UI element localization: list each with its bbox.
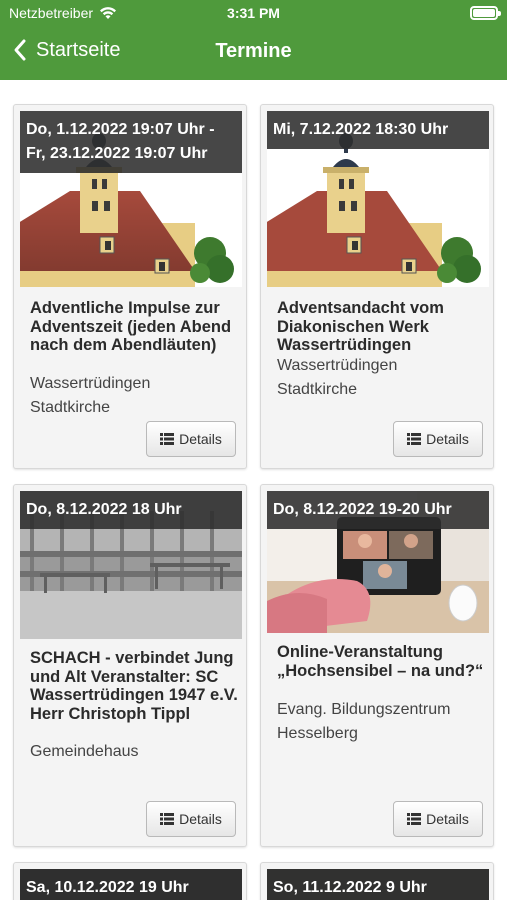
battery-icon	[470, 6, 501, 20]
back-button[interactable]: Startseite	[12, 38, 120, 62]
status-bar: Netzbetreiber 3:31 PM	[0, 0, 507, 28]
event-card[interactable]: Mi, 7.12.2022 18:30 Uhr Adventsandacht v…	[260, 104, 494, 469]
event-place: Gemeindehaus	[30, 743, 139, 760]
list-icon	[160, 433, 175, 445]
event-title: Adventliche Impulse zur Adventszeit (jed…	[30, 299, 232, 354]
event-image: So, 11.12.2022 9 Uhr	[267, 869, 489, 900]
event-venue: Stadtkirche	[277, 381, 358, 398]
event-image-hall: Do, 8.12.2022 18 Uhr	[20, 491, 242, 639]
event-image-church: Mi, 7.12.2022 18:30 Uhr	[267, 111, 489, 287]
chevron-left-icon	[14, 39, 26, 61]
back-label: Startseite	[36, 38, 121, 61]
list-icon	[407, 433, 422, 445]
list-icon	[407, 813, 422, 825]
details-button[interactable]: Details	[146, 421, 236, 457]
event-venue: Stadtkirche	[30, 399, 111, 416]
details-label: Details	[179, 811, 222, 827]
event-date: So, 11.12.2022 9 Uhr	[267, 869, 489, 900]
list-icon	[160, 813, 175, 825]
details-label: Details	[426, 811, 469, 827]
event-card[interactable]: Do, 8.12.2022 19-20 Uhr Online-Veranstal…	[260, 484, 494, 847]
event-date: Mi, 7.12.2022 18:30 Uhr	[267, 111, 489, 149]
event-venue: Hesselberg	[277, 725, 358, 742]
details-button[interactable]: Details	[146, 801, 236, 837]
event-place: Wassertrüdingen	[277, 357, 398, 374]
event-date: Do, 8.12.2022 18 Uhr	[20, 491, 242, 529]
status-time: 3:31 PM	[227, 5, 280, 21]
event-image: Sa, 10.12.2022 19 Uhr	[20, 869, 242, 900]
details-button[interactable]: Details	[393, 421, 483, 457]
event-card[interactable]: Sa, 10.12.2022 19 Uhr	[13, 862, 247, 900]
events-grid: Do, 1.12.2022 19:07 Uhr - Fr, 23.12.2022…	[0, 80, 507, 900]
event-place: Evang. Bildungszentrum	[277, 701, 451, 718]
event-title: Online-Veranstaltung „Hochsensibel – na …	[277, 643, 484, 680]
event-card[interactable]: So, 11.12.2022 9 Uhr	[260, 862, 494, 900]
event-image-church: Do, 1.12.2022 19:07 Uhr - Fr, 23.12.2022…	[20, 111, 242, 287]
event-date: Do, 8.12.2022 19-20 Uhr	[267, 491, 489, 529]
event-image-video-call: Do, 8.12.2022 19-20 Uhr	[267, 491, 489, 633]
event-title: SCHACH - verbindet Jung und Alt Veransta…	[30, 649, 238, 723]
event-card[interactable]: Do, 1.12.2022 19:07 Uhr - Fr, 23.12.2022…	[13, 104, 247, 469]
event-title: Adventsandacht vom Diakonischen Werk Was…	[277, 299, 444, 354]
event-card[interactable]: Do, 8.12.2022 18 Uhr SCHACH - verbindet …	[13, 484, 247, 847]
navigation-bar: Startseite Termine	[0, 28, 507, 80]
event-date: Do, 1.12.2022 19:07 Uhr - Fr, 23.12.2022…	[20, 111, 242, 173]
event-place: Wassertrüdingen	[30, 375, 151, 392]
details-button[interactable]: Details	[393, 801, 483, 837]
event-date: Sa, 10.12.2022 19 Uhr	[20, 869, 242, 900]
details-label: Details	[179, 431, 222, 447]
details-label: Details	[426, 431, 469, 447]
